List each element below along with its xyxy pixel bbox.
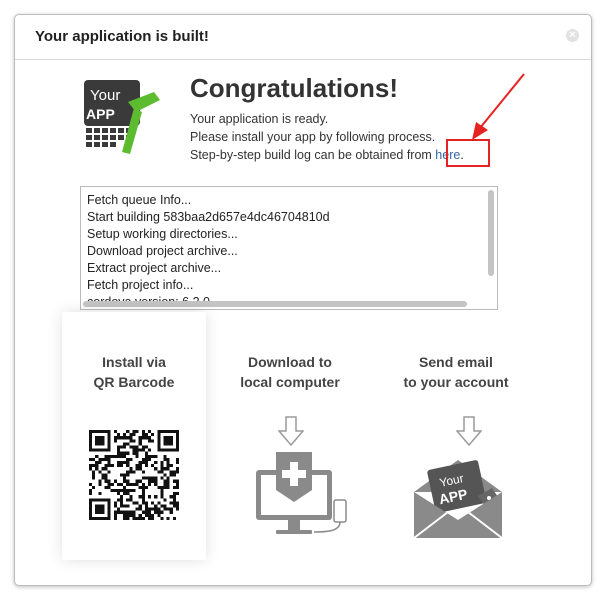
down-arrow-icon (278, 416, 304, 446)
option-label: Install via QR Barcode (62, 352, 206, 392)
download-to-computer-option[interactable]: Download to local computer (218, 312, 362, 560)
dialog-title: Your application is built! (35, 28, 209, 45)
horizontal-scrollbar[interactable] (83, 301, 467, 307)
build-log-message: Step-by-step build log can be obtained f… (190, 148, 464, 162)
ready-message: Your application is ready. (190, 112, 329, 126)
annotation-arrow-icon (472, 73, 525, 140)
down-arrow-icon (456, 416, 482, 446)
send-email-option[interactable]: Send email to your account Your APP (384, 312, 528, 560)
install-via-qr-option[interactable]: Install via QR Barcode (62, 312, 206, 560)
option-label-line2: to your account (403, 374, 509, 390)
option-label-line2: QR Barcode (93, 374, 175, 390)
log-line: Setup working directories... (87, 227, 238, 241)
svg-text:Your: Your (90, 87, 120, 104)
option-label-line1: Download to (248, 354, 332, 370)
page-title: Congratulations! (190, 73, 398, 103)
build-log-prefix: Step-by-step build log can be obtained f… (190, 148, 436, 162)
build-log-textarea[interactable]: Fetch queue Info... Start building 583ba… (80, 186, 498, 310)
svg-text:APP: APP (86, 106, 115, 122)
option-label: Send email to your account (384, 352, 528, 392)
option-label: Download to local computer (218, 352, 362, 392)
close-icon[interactable]: × (566, 29, 579, 42)
log-line: Fetch project info... (87, 278, 194, 292)
computer-download-icon (256, 452, 347, 534)
log-lines: Fetch queue Info... Start building 583ba… (87, 192, 481, 309)
email-app-icon: Your APP (413, 460, 503, 539)
log-line: Fetch queue Info... (87, 193, 192, 207)
vertical-scrollbar[interactable] (488, 190, 494, 276)
your-app-logo: Your APP (84, 80, 160, 154)
option-label-line1: Install via (102, 354, 166, 370)
log-line: Extract project archive... (87, 261, 222, 275)
option-label-line2: local computer (240, 374, 340, 390)
log-line: Start building 583baa2d657e4dc46704810d (87, 210, 330, 224)
dialog-header: Your application is built! × (15, 15, 591, 60)
log-line: Download project archive... (87, 244, 238, 258)
qr-code-icon (89, 430, 179, 520)
install-instructions: Please install your app by following pro… (190, 130, 436, 144)
option-label-line1: Send email (419, 354, 493, 370)
